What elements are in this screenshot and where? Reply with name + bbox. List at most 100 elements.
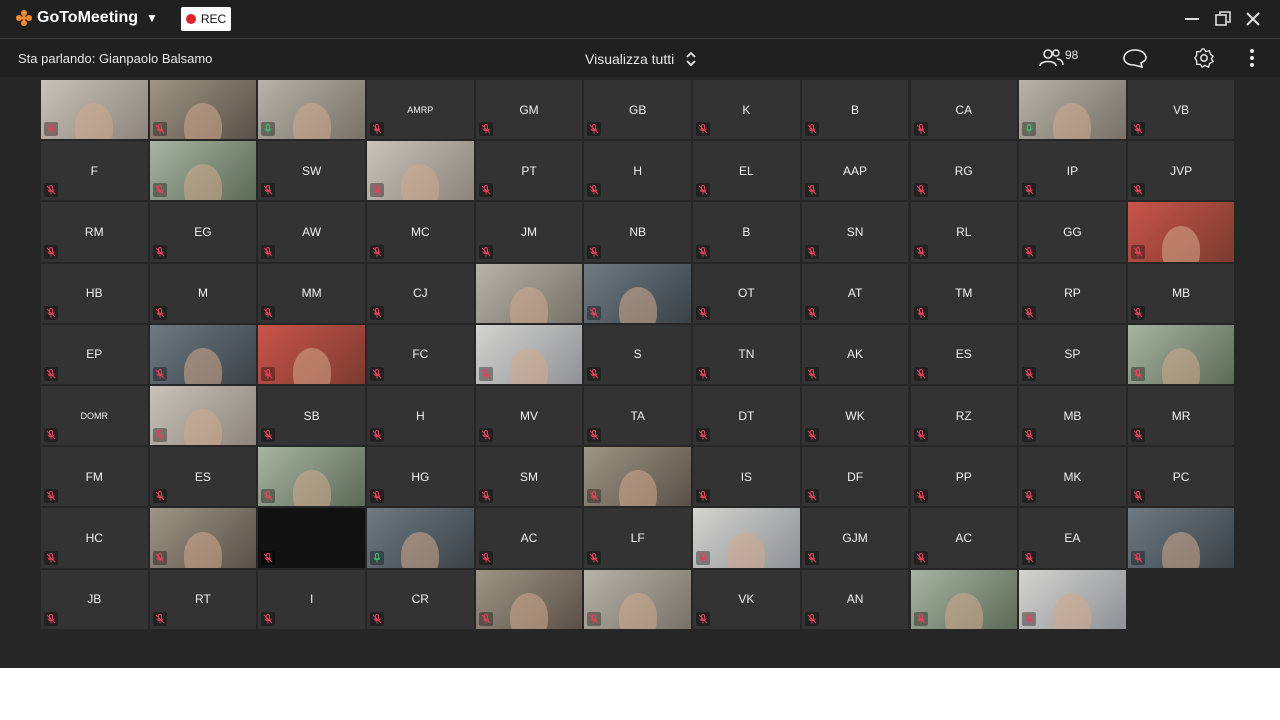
participants-button[interactable] [1038, 47, 1064, 74]
participant-tile[interactable]: EP [40, 323, 149, 385]
participant-tile[interactable]: DOMR [40, 384, 149, 447]
participant-video-tile[interactable] [1126, 201, 1236, 263]
participant-tile[interactable]: TN [692, 323, 801, 385]
participant-tile[interactable]: MR [1126, 384, 1236, 447]
participant-video-tile[interactable] [583, 446, 692, 508]
more-options-button[interactable] [1244, 47, 1260, 74]
participant-video-tile[interactable] [583, 262, 692, 324]
participant-tile[interactable]: GB [583, 79, 692, 141]
participant-tile[interactable]: WK [800, 384, 910, 447]
participant-tile[interactable]: GG [1018, 201, 1127, 263]
participant-tile[interactable]: ES [148, 446, 258, 508]
participant-video-tile[interactable] [1126, 323, 1236, 385]
participant-tile[interactable]: K [692, 79, 801, 141]
participant-tile[interactable]: MK [1018, 446, 1127, 508]
participant-tile[interactable]: AN [800, 568, 910, 630]
participant-video-tile[interactable] [474, 262, 584, 324]
participant-tile[interactable]: RZ [909, 384, 1018, 447]
participant-tile[interactable]: IP [1018, 140, 1127, 202]
participant-tile[interactable]: AC [909, 507, 1018, 569]
participant-tile[interactable]: AMRP [366, 79, 475, 141]
participant-tile[interactable]: F [40, 140, 149, 202]
participant-tile[interactable]: AW [257, 201, 366, 263]
participant-video-tile[interactable] [366, 507, 475, 569]
participant-video-tile[interactable] [148, 507, 258, 569]
participant-tile[interactable]: CA [909, 79, 1018, 141]
participant-video-tile[interactable] [692, 507, 801, 569]
participant-tile[interactable]: JB [40, 568, 149, 630]
participant-tile[interactable]: DF [800, 446, 910, 508]
participant-tile[interactable]: JVP [1126, 140, 1236, 202]
participant-video-tile[interactable] [40, 79, 149, 141]
participant-tile[interactable]: PT [474, 140, 584, 202]
participant-tile[interactable]: JM [474, 201, 584, 263]
participant-video-tile[interactable] [148, 79, 258, 141]
minimize-button[interactable] [1182, 9, 1202, 29]
participant-tile[interactable]: PP [909, 446, 1018, 508]
restore-button[interactable] [1213, 9, 1233, 29]
participant-tile[interactable]: HG [366, 446, 475, 508]
participant-tile[interactable]: ES [909, 323, 1018, 385]
participant-tile[interactable]: MV [474, 384, 584, 447]
participant-tile[interactable]: EL [692, 140, 801, 202]
participant-tile[interactable]: NB [583, 201, 692, 263]
participant-tile[interactable]: I [257, 568, 366, 630]
participant-tile[interactable]: RM [40, 201, 149, 263]
participant-tile[interactable]: SM [474, 446, 584, 508]
participant-video-tile[interactable] [366, 140, 475, 202]
participant-tile[interactable]: CJ [366, 262, 475, 324]
participant-tile[interactable]: RT [148, 568, 258, 630]
participant-tile[interactable]: EA [1018, 507, 1127, 569]
participant-video-tile[interactable] [148, 140, 258, 202]
participant-tile[interactable]: M [148, 262, 258, 324]
participant-video-tile[interactable] [257, 79, 366, 141]
participant-tile[interactable]: H [366, 384, 475, 447]
participant-tile[interactable]: LF [583, 507, 692, 569]
participant-tile[interactable]: VB [1126, 79, 1236, 141]
participant-tile[interactable]: FM [40, 446, 149, 508]
participant-tile[interactable]: DT [692, 384, 801, 447]
participant-video-tile[interactable] [1018, 568, 1127, 630]
participant-tile[interactable]: AK [800, 323, 910, 385]
participant-tile[interactable]: RL [909, 201, 1018, 263]
participant-tile[interactable]: SB [257, 384, 366, 447]
participant-tile[interactable]: VK [692, 568, 801, 630]
participant-video-tile[interactable] [583, 568, 692, 630]
participant-video-tile[interactable] [1018, 79, 1127, 141]
participant-tile[interactable]: PC [1126, 446, 1236, 508]
participant-video-tile[interactable] [474, 323, 584, 385]
participant-tile[interactable]: SW [257, 140, 366, 202]
participant-tile[interactable]: SN [800, 201, 910, 263]
rec-badge[interactable]: REC [181, 7, 231, 31]
close-button[interactable] [1243, 9, 1263, 29]
participant-tile[interactable]: MB [1126, 262, 1236, 324]
participant-tile[interactable]: RG [909, 140, 1018, 202]
participant-tile[interactable]: B [692, 201, 801, 263]
participant-tile[interactable]: AT [800, 262, 910, 324]
participant-tile[interactable]: MC [366, 201, 475, 263]
participant-tile[interactable]: GJM [800, 507, 910, 569]
participant-tile[interactable]: HC [40, 507, 149, 569]
view-all-selector[interactable]: Visualizza tutti [585, 50, 698, 68]
participant-video-tile[interactable] [1126, 507, 1236, 569]
participant-tile[interactable]: MM [257, 262, 366, 324]
participant-tile[interactable]: B [800, 79, 910, 141]
participant-tile[interactable]: OT [692, 262, 801, 324]
participant-tile[interactable]: TM [909, 262, 1018, 324]
participant-tile[interactable]: TA [583, 384, 692, 447]
participant-video-tile[interactable] [148, 384, 258, 447]
participant-tile[interactable]: S [583, 323, 692, 385]
participant-video-tile[interactable] [257, 507, 366, 569]
participant-tile[interactable]: MB [1018, 384, 1127, 447]
settings-button[interactable] [1192, 47, 1216, 74]
participant-tile[interactable]: CR [366, 568, 475, 630]
participant-video-tile[interactable] [909, 568, 1018, 630]
participant-tile[interactable]: IS [692, 446, 801, 508]
participant-video-tile[interactable] [148, 323, 258, 385]
participant-tile[interactable]: FC [366, 323, 475, 385]
participant-tile[interactable]: SP [1018, 323, 1127, 385]
participant-tile[interactable]: AAP [800, 140, 910, 202]
participant-video-tile[interactable] [257, 323, 366, 385]
participant-tile[interactable]: EG [148, 201, 258, 263]
brand-menu[interactable]: GoToMeeting ▼ [15, 9, 158, 27]
